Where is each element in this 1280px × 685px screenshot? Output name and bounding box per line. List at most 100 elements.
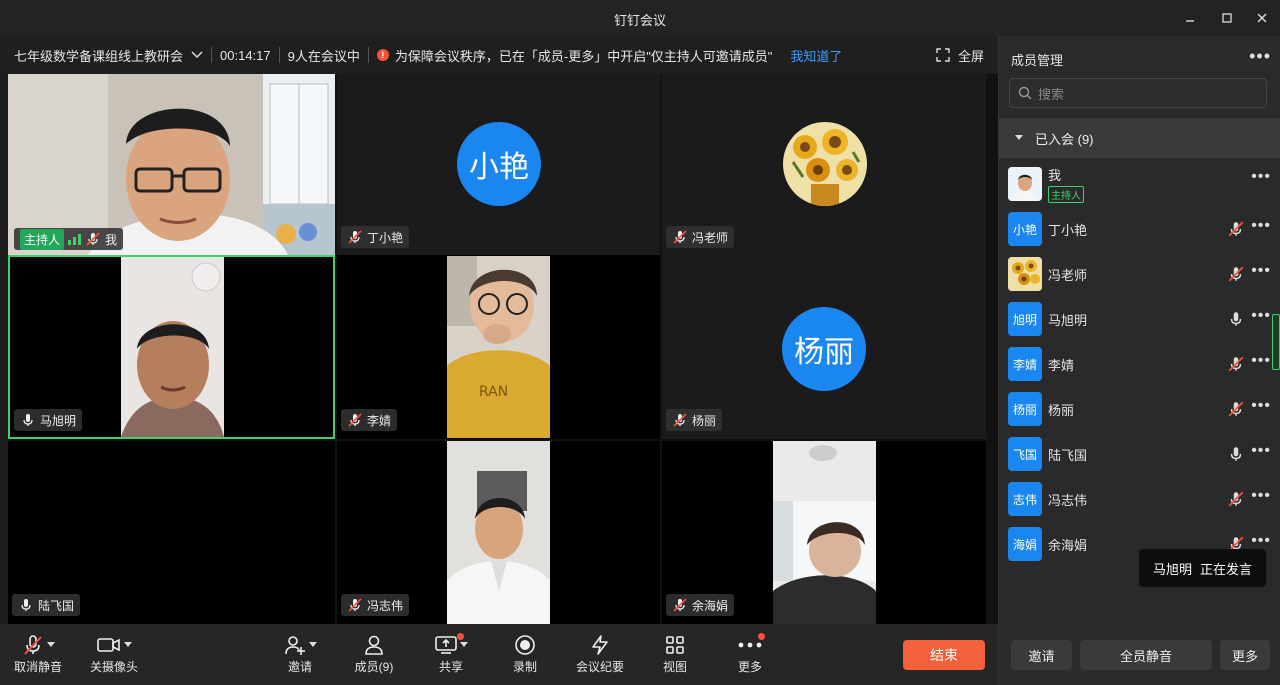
video-tile-lu-feiguo[interactable]: 陆飞国	[8, 441, 335, 624]
member-name: 李婧	[1048, 357, 1075, 373]
panel-invite-button[interactable]: 邀请	[1011, 640, 1072, 670]
caret-down-icon[interactable]	[459, 642, 468, 648]
meeting-name-dropdown[interactable]: 七年级数学备课组线上教研会	[0, 46, 211, 65]
ack-link[interactable]: 我知道了	[780, 46, 850, 65]
caret-down-icon[interactable]	[123, 642, 132, 648]
camera-icon	[96, 638, 120, 652]
member-more-icon[interactable]: •••	[1251, 307, 1271, 325]
mic-muted-icon	[86, 232, 100, 246]
video-tile-ma-xuming[interactable]: 马旭明	[8, 255, 335, 439]
more-button[interactable]: 更多	[718, 632, 782, 675]
mic-icon	[23, 414, 33, 426]
panel-more-button[interactable]: 更多	[1220, 640, 1270, 670]
member-more-icon[interactable]: •••	[1251, 397, 1271, 415]
unmute-button[interactable]: 取消静音	[6, 632, 70, 675]
maximize-icon[interactable]	[1215, 8, 1239, 28]
member-name: 马旭明	[1048, 312, 1088, 328]
tooltip-status: 正在发言	[1200, 561, 1253, 577]
camera-button[interactable]: 关摄像头	[82, 632, 146, 675]
mic-muted-icon	[673, 230, 687, 244]
signal-icon	[68, 233, 82, 245]
add-user-icon	[284, 636, 305, 655]
svg-text:RAN: RAN	[479, 384, 508, 400]
end-meeting-button[interactable]: 结束	[903, 640, 985, 670]
members-button[interactable]: 成员(9)	[342, 632, 406, 675]
video-tile-feng-zhiwei[interactable]: 冯志伟	[337, 441, 660, 624]
mic-muted-icon[interactable]	[1227, 400, 1245, 418]
meeting-toolbar: 取消静音 关摄像头 邀请 成员(9) 共享 录制 会议纪要 视图 更多 结束	[0, 624, 998, 685]
member-search-input[interactable]: 搜索	[1009, 78, 1267, 108]
member-name: 余海娟	[1048, 537, 1088, 553]
share-screen-icon	[434, 636, 457, 654]
fullscreen-button[interactable]: 全屏	[936, 36, 984, 74]
member-more-icon[interactable]: •••	[1251, 487, 1271, 505]
fullscreen-label: 全屏	[957, 48, 984, 64]
caret-down-icon[interactable]	[308, 642, 317, 648]
member-more-icon[interactable]: •••	[1251, 262, 1271, 280]
tile-name: 我	[105, 232, 118, 247]
member-more-icon[interactable]: •••	[1251, 532, 1271, 550]
tile-name-chip: 冯志伟	[341, 594, 410, 616]
member-more-icon[interactable]: •••	[1251, 352, 1271, 370]
minutes-label: 会议纪要	[575, 660, 624, 674]
speaking-tooltip: 马旭明 正在发言	[1139, 549, 1266, 587]
member-row[interactable]: 飞国 陆飞国 •••	[999, 434, 1280, 474]
video-tile-yu-haijuan[interactable]: 余海娟	[662, 441, 986, 624]
avatar: 旭明	[1008, 302, 1042, 336]
host-badge: 主持人	[20, 228, 65, 250]
member-more-icon[interactable]: •••	[1251, 442, 1271, 460]
mic-muted-icon[interactable]	[1227, 490, 1245, 508]
mic-muted-icon[interactable]	[1227, 220, 1245, 238]
tooltip-name: 马旭明	[1152, 561, 1192, 577]
view-button[interactable]: 视图	[643, 632, 707, 675]
video-tile-ding-xiaoyan[interactable]: 小艳 丁小艳	[337, 74, 660, 255]
member-more-icon[interactable]: •••	[1251, 217, 1271, 235]
video-tile-feng-laoshi[interactable]: 冯老师	[662, 74, 986, 255]
share-button[interactable]: 共享	[419, 632, 483, 675]
member-row[interactable]: 杨丽 杨丽 •••	[999, 389, 1280, 429]
member-row[interactable]: 志伟 冯志伟 •••	[999, 479, 1280, 519]
member-more-icon[interactable]: •••	[1251, 168, 1271, 186]
mic-muted-icon	[348, 413, 362, 427]
tile-name-chip: 陆飞国	[12, 594, 81, 616]
grid-view-icon	[666, 636, 684, 654]
notification-dot	[758, 633, 765, 640]
record-button[interactable]: 录制	[493, 632, 557, 675]
scrollbar[interactable]	[1272, 314, 1280, 370]
notice-text: 为保障会议秩序，已在「成员-更多」中开启"仅主持人可邀请成员"	[394, 48, 773, 64]
video-tile-me[interactable]: 主持人 我	[8, 74, 335, 255]
avatar: 小艳	[1008, 212, 1042, 246]
tile-name-chip: 主持人 我	[14, 228, 124, 250]
invite-button[interactable]: 邀请	[268, 632, 332, 675]
mic-muted-icon	[348, 598, 362, 612]
tile-name-chip: 冯老师	[666, 226, 735, 248]
mic-muted-icon[interactable]	[1227, 265, 1245, 283]
member-row[interactable]: 旭明 马旭明 •••	[999, 299, 1280, 339]
tile-name-chip: 马旭明	[14, 409, 83, 431]
panel-more-icon[interactable]: •••	[1249, 46, 1271, 67]
avatar	[1008, 167, 1042, 201]
mic-icon[interactable]	[1227, 445, 1245, 463]
mute-all-button[interactable]: 全员静音	[1080, 640, 1212, 670]
video-tile-li-jing[interactable]: RAN 李婧	[337, 255, 660, 439]
member-row[interactable]: 小艳 丁小艳 •••	[999, 209, 1280, 249]
caret-down-icon[interactable]	[46, 642, 55, 648]
member-row[interactable]: 李婧 李婧 •••	[999, 344, 1280, 384]
video-tile-yang-li[interactable]: 杨丽 杨丽	[662, 255, 986, 439]
record-icon	[515, 635, 535, 655]
minutes-button[interactable]: 会议纪要	[568, 632, 632, 675]
meeting-name: 七年级数学备课组线上教研会	[14, 48, 184, 64]
member-row[interactable]: 我 主持人 •••	[999, 164, 1280, 204]
avatar: 杨丽	[1008, 392, 1042, 426]
member-row[interactable]: 冯老师 •••	[999, 254, 1280, 294]
meeting-info-bar: 七年级数学备课组线上教研会 00:14:17 9人在会议中 ! 为保障会议秩序，…	[0, 36, 998, 74]
mic-icon[interactable]	[1227, 310, 1245, 328]
joined-group-header[interactable]: 已入会 (9)	[999, 118, 1280, 158]
close-icon[interactable]	[1250, 8, 1274, 28]
mic-muted-icon[interactable]	[1227, 355, 1245, 373]
minimize-icon[interactable]	[1178, 8, 1202, 28]
members-label: 成员(9)	[354, 660, 394, 674]
avatar: 海娟	[1008, 527, 1042, 561]
search-icon	[1018, 86, 1032, 100]
video-feed: RAN	[447, 256, 550, 438]
